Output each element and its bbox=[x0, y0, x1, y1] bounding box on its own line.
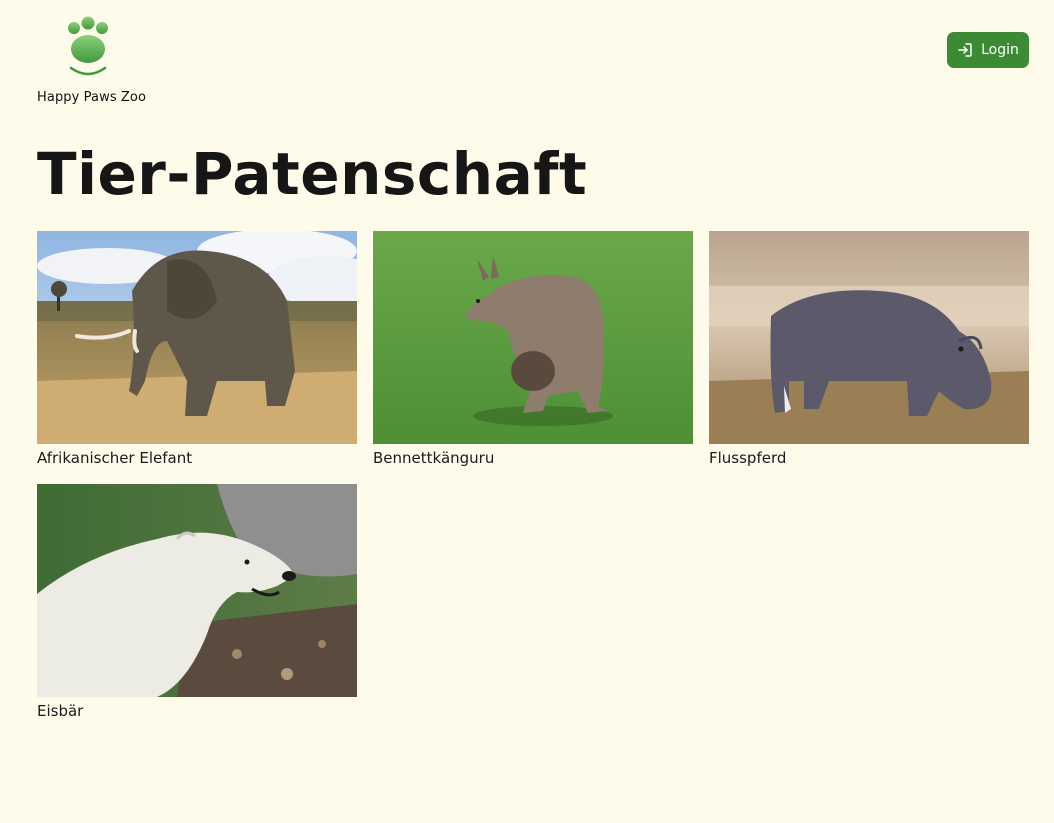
animal-name: Eisbär bbox=[37, 702, 84, 720]
polar-bear-photo bbox=[37, 484, 357, 697]
animal-card-elephant[interactable]: Afrikanischer Elefant bbox=[37, 231, 357, 471]
login-button[interactable]: Login bbox=[947, 32, 1029, 68]
kangaroo-photo bbox=[373, 231, 693, 444]
paw-icon bbox=[68, 16, 108, 76]
animal-card-polar-bear[interactable]: Eisbär bbox=[37, 484, 357, 724]
logo-link[interactable]: Happy Paws Zoo bbox=[37, 16, 147, 108]
page-title: Tier-Patenschaft bbox=[37, 140, 588, 208]
animal-card-kangaroo[interactable]: Bennettkänguru bbox=[373, 231, 693, 471]
login-arrow-icon bbox=[958, 43, 972, 57]
elephant-photo bbox=[37, 231, 357, 444]
logo-text: Happy Paws Zoo bbox=[37, 90, 147, 105]
animal-name: Afrikanischer Elefant bbox=[37, 449, 193, 467]
animal-name: Flusspferd bbox=[709, 449, 787, 467]
login-label: Login bbox=[981, 42, 1019, 58]
site-header: Happy Paws Zoo Login bbox=[0, 0, 1054, 120]
hippo-photo bbox=[709, 231, 1029, 444]
animal-name: Bennettkänguru bbox=[373, 449, 495, 467]
animal-card-hippo[interactable]: Flusspferd bbox=[709, 231, 1029, 471]
